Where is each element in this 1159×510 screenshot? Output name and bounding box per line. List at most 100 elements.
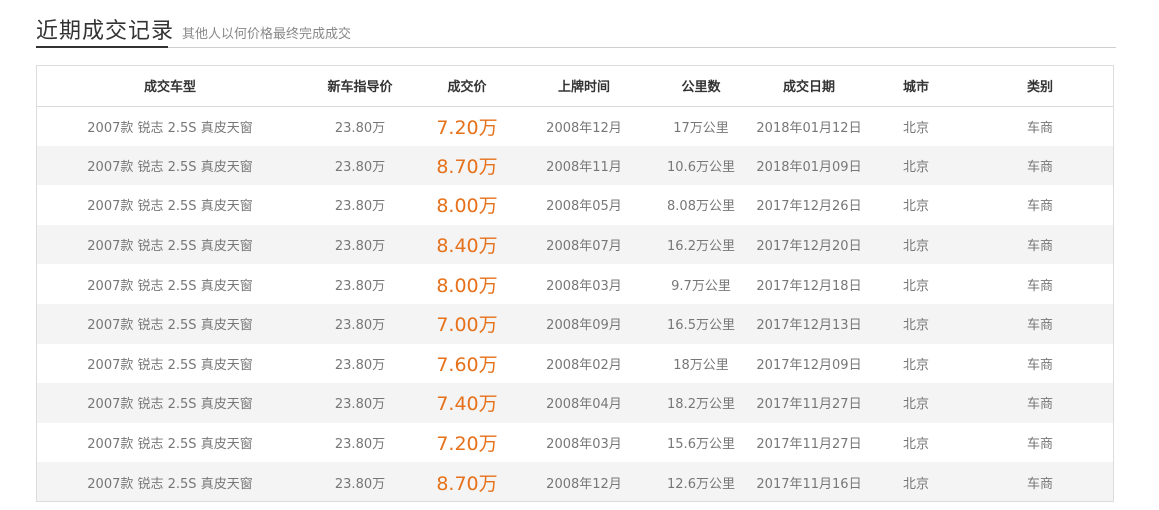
cell-city: 北京 [902,476,929,492]
cell-city: 北京 [902,199,929,215]
cell-type: 车商 [1026,437,1053,453]
cell-guide-price: 23.80万 [334,159,386,175]
cell-reg-date: 2008年12月 [546,120,622,136]
cell-guide-price: 23.80万 [334,357,386,373]
cell-city: 北京 [902,120,929,136]
table-row: 2007款 锐志 2.5S 真皮天窗 23.80万 7.20万 2008年03月 15.… [37,423,1113,463]
section-subtitle: 其他人以何价格最终完成成交 [182,27,352,42]
cell-city: 北京 [902,437,929,453]
cell-deal-price: 8.70万 [436,472,498,495]
cell-deal-price: 7.20万 [436,116,498,139]
cell-deal-price: 8.00万 [436,195,498,218]
cell-reg-date: 2008年09月 [546,318,622,334]
table-row: 2007款 锐志 2.5S 真皮天窗 23.80万 8.40万 2008年07月 16.… [37,224,1113,265]
cell-city: 北京 [902,278,929,294]
table-row: 2007款 锐志 2.5S 真皮天窗 23.80万 8.70万 2008年12月 12.… [37,462,1113,501]
cell-model: 2007款 锐志 2.5S 真皮天窗 [87,278,253,294]
cell-model: 2007款 锐志 2.5S 真皮天窗 [87,476,253,492]
table-row: 2007款 锐志 2.5S 真皮天窗 23.80万 7.60万 2008年02月 18万… [37,344,1113,384]
col-header-deal-price: 成交价 [417,66,517,107]
cell-guide-price: 23.80万 [334,318,386,334]
cell-model: 2007款 锐志 2.5S 真皮天窗 [87,199,253,215]
cell-guide-price: 23.80万 [334,278,386,294]
cell-model: 2007款 锐志 2.5S 真皮天窗 [87,357,253,373]
cell-city: 北京 [902,239,929,255]
cell-deal-date: 2017年12月20日 [756,239,862,255]
cell-reg-date: 2008年02月 [546,357,622,373]
cell-mileage: 10.6万公里 [667,159,735,175]
cell-deal-date: 2018年01月09日 [756,159,862,175]
cell-deal-price: 7.00万 [436,314,498,337]
transactions-table: 成交车型 新车指导价 成交价 上牌时间 公里数 成交日期 城市 类别 2007款… [36,65,1114,502]
cell-deal-date: 2017年12月18日 [756,278,862,294]
cell-mileage: 8.08万公里 [667,199,735,215]
cell-deal-price: 7.60万 [436,353,498,376]
cell-type: 车商 [1026,278,1053,294]
cell-guide-price: 23.80万 [334,437,386,453]
table-row: 2007款 锐志 2.5S 真皮天窗 23.80万 8.00万 2008年03月 9.7… [37,264,1113,304]
cell-city: 北京 [902,357,929,373]
col-header-guide-price: 新车指导价 [303,66,417,107]
cell-mileage: 18.2万公里 [667,397,735,413]
cell-model: 2007款 锐志 2.5S 真皮天窗 [87,159,253,175]
cell-deal-price: 8.70万 [436,155,498,178]
cell-deal-price: 8.40万 [436,235,498,258]
cell-guide-price: 23.80万 [334,239,386,255]
cell-guide-price: 23.80万 [334,120,386,136]
cell-deal-date: 2017年12月09日 [756,357,862,373]
table-row: 2007款 锐志 2.5S 真皮天窗 23.80万 7.00万 2008年09月 16.… [37,303,1113,344]
cell-deal-date: 2017年11月16日 [756,476,862,492]
col-header-mileage: 公里数 [651,66,751,107]
cell-mileage: 16.2万公里 [667,239,735,255]
cell-reg-date: 2008年03月 [546,437,622,453]
cell-model: 2007款 锐志 2.5S 真皮天窗 [87,437,253,453]
cell-type: 车商 [1026,318,1053,334]
cell-deal-price: 7.20万 [436,433,498,456]
cell-city: 北京 [902,397,929,413]
cell-guide-price: 23.80万 [334,397,386,413]
cell-city: 北京 [902,159,929,175]
cell-guide-price: 23.80万 [334,476,386,492]
cell-type: 车商 [1026,120,1053,136]
cell-type: 车商 [1026,476,1053,492]
cell-reg-date: 2008年04月 [546,397,622,413]
cell-type: 车商 [1026,357,1053,373]
cell-guide-price: 23.80万 [334,199,386,215]
table-row: 2007款 锐志 2.5S 真皮天窗 23.80万 7.40万 2008年04月 18.… [37,383,1113,423]
col-header-reg-date: 上牌时间 [517,66,651,107]
table-header-row: 成交车型 新车指导价 成交价 上牌时间 公里数 成交日期 城市 类别 [37,66,1113,107]
cell-mileage: 18万公里 [673,357,729,373]
cell-deal-date: 2017年11月27日 [756,437,862,453]
cell-mileage: 9.7万公里 [671,278,731,294]
table-row: 2007款 锐志 2.5S 真皮天窗 23.80万 8.00万 2008年05月 8.0… [37,185,1113,225]
cell-type: 车商 [1026,199,1053,215]
cell-mileage: 16.5万公里 [667,318,735,334]
cell-model: 2007款 锐志 2.5S 真皮天窗 [87,120,253,136]
cell-mileage: 17万公里 [673,120,729,136]
cell-deal-date: 2018年01月12日 [756,120,862,136]
col-header-model: 成交车型 [37,66,303,107]
cell-reg-date: 2008年12月 [546,476,622,492]
col-header-city: 城市 [867,66,965,107]
cell-mileage: 15.6万公里 [667,437,735,453]
cell-deal-date: 2017年12月13日 [756,318,862,334]
cell-deal-date: 2017年11月27日 [756,397,862,413]
col-header-deal-date: 成交日期 [751,66,867,107]
cell-mileage: 12.6万公里 [667,476,735,492]
table-row: 2007款 锐志 2.5S 真皮天窗 23.80万 7.20万 2008年12月 17万… [37,106,1113,146]
cell-deal-date: 2017年12月26日 [756,199,862,215]
cell-reg-date: 2008年11月 [546,159,622,175]
cell-model: 2007款 锐志 2.5S 真皮天窗 [87,239,253,255]
cell-reg-date: 2008年05月 [546,199,622,215]
cell-reg-date: 2008年03月 [546,278,622,294]
table-row: 2007款 锐志 2.5S 真皮天窗 23.80万 8.70万 2008年11月 10.… [37,145,1113,186]
col-header-type: 类别 [965,66,1113,107]
cell-type: 车商 [1026,239,1053,255]
cell-city: 北京 [902,318,929,334]
cell-type: 车商 [1026,397,1053,413]
cell-model: 2007款 锐志 2.5S 真皮天窗 [87,318,253,334]
section-title: 近期成交记录 [36,19,175,44]
cell-reg-date: 2008年07月 [546,239,622,255]
cell-type: 车商 [1026,159,1053,175]
cell-deal-price: 8.00万 [436,274,498,297]
